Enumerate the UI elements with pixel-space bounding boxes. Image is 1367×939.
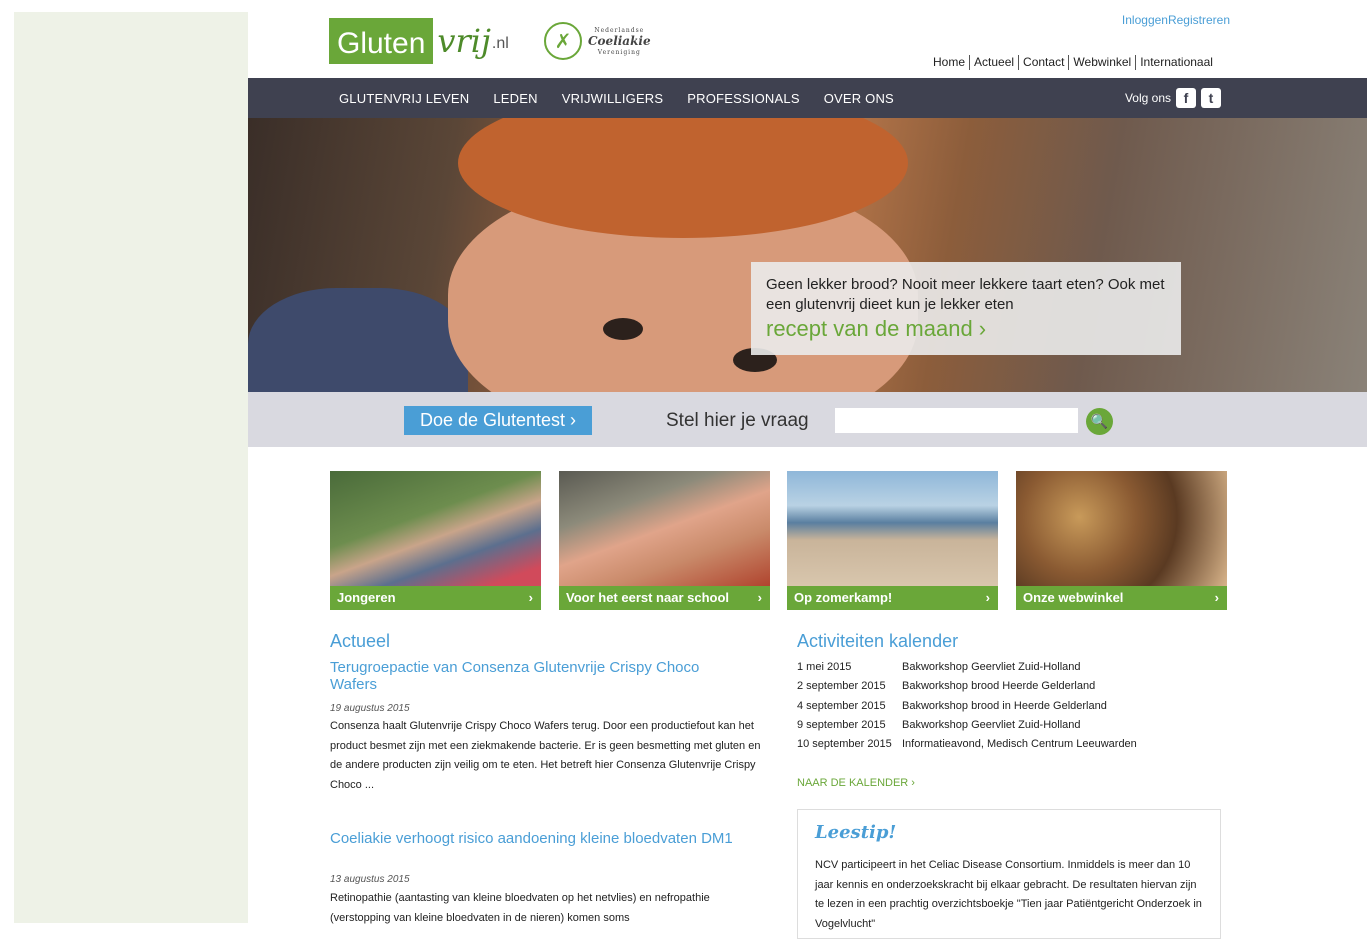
- hero-photo-shirt: [248, 288, 468, 392]
- card-label: Jongeren ›: [330, 586, 541, 610]
- calendar-link[interactable]: NAAR DE KALENDER ›: [797, 777, 915, 789]
- search-icon[interactable]: 🔍: [1086, 408, 1113, 435]
- hero-caption-box: Geen lekker brood? Nooit meer lekkere ta…: [751, 262, 1181, 355]
- search-bar: Doe de Glutentest › Stel hier je vraag 🔍: [248, 392, 1367, 447]
- card-school[interactable]: Voor het eerst naar school ›: [559, 471, 770, 610]
- top-nav: Home Actueel Contact Webwinkel Internati…: [929, 55, 1217, 70]
- nav-glutenvrij-leven[interactable]: GLUTENVRIJ LEVEN: [339, 91, 469, 106]
- logo-tld: .nl: [491, 35, 509, 52]
- partner-logo[interactable]: ✗ Nederlandse Coeliakie Vereniging: [544, 22, 651, 60]
- ask-label: Stel hier je vraag: [666, 410, 809, 431]
- hero-recipe-link[interactable]: recept van de maand ›: [766, 316, 1166, 342]
- article-title[interactable]: Terugroepactie van Consenza Glutenvrije …: [330, 659, 750, 693]
- calendar-date: 4 september 2015: [797, 699, 886, 712]
- calendar-date: 1 mei 2015: [797, 661, 852, 673]
- card-label: Voor het eerst naar school ›: [559, 586, 770, 610]
- calendar-event: Bakworkshop brood in Heerde Gelderland: [902, 699, 1107, 712]
- glutentest-button[interactable]: Doe de Glutentest ›: [404, 406, 592, 435]
- top-nav-home[interactable]: Home: [929, 55, 969, 70]
- partner-logo-text: Nederlandse Coeliakie Vereniging: [588, 25, 651, 58]
- social-follow: Volg ons f t: [1125, 88, 1221, 108]
- chevron-right-icon: ›: [985, 590, 990, 605]
- follow-label: Volg ons: [1124, 91, 1171, 105]
- partner-bottom: Vereniging: [597, 48, 641, 56]
- card-image: [330, 471, 541, 586]
- calendar-event: Informatieavond, Medisch Centrum Leeuwar…: [902, 738, 1137, 751]
- partner-name: Coeliakie: [588, 33, 651, 48]
- hero-photo-eye: [603, 318, 643, 340]
- hero-text: Geen lekker brood? Nooit meer lekkere ta…: [766, 276, 1165, 313]
- nav-professionals[interactable]: PROFESSIONALS: [687, 91, 799, 106]
- article-date: 13 augustus 2015: [330, 874, 410, 885]
- card-webwinkel[interactable]: Onze webwinkel ›: [1016, 471, 1227, 610]
- calendar-section-title: Activiteiten kalender: [797, 631, 959, 651]
- calendar-row[interactable]: 1 mei 2015 Bakworkshop Geervliet Zuid-Hol…: [797, 658, 1137, 677]
- nav-leden[interactable]: LEDEN: [493, 91, 537, 106]
- left-side-panel: [14, 12, 248, 923]
- nav-over-ons[interactable]: OVER ONS: [824, 91, 894, 106]
- calendar-row[interactable]: 2 september 2015 Bakworkshop brood Heerde…: [797, 677, 1137, 696]
- calendar-date: 10 september 2015: [797, 738, 892, 751]
- chevron-right-icon: ›: [757, 590, 762, 605]
- register-link[interactable]: Registreren: [1168, 13, 1230, 27]
- calendar-row[interactable]: 4 september 2015 Bakworkshop brood in Hee…: [797, 697, 1137, 716]
- calendar-event: Bakworkshop Geervliet Zuid-Holland: [902, 661, 1081, 673]
- auth-links: InloggenRegistreren: [1122, 13, 1230, 27]
- card-image: [1016, 471, 1227, 586]
- article-date: 19 augustus 2015: [330, 703, 410, 714]
- logo-gluten: Gluten: [329, 18, 434, 64]
- site-logo[interactable]: Gluten vrij .nl: [329, 12, 509, 64]
- article-body: Retinopathie (aantasting van kleine bloe…: [330, 892, 710, 924]
- top-nav-webwinkel[interactable]: Webwinkel: [1068, 55, 1135, 70]
- calendar-date: 2 september 2015: [797, 680, 886, 693]
- login-link[interactable]: Inloggen: [1122, 13, 1168, 27]
- question-input[interactable]: [835, 408, 1078, 433]
- card-label: Op zomerkamp! ›: [787, 586, 998, 610]
- nav-vrijwilligers[interactable]: VRIJWILLIGERS: [562, 91, 664, 106]
- article-body: Consenza haalt Glutenvrije Crispy Choco …: [330, 720, 761, 791]
- calendar-list: 1 mei 2015 Bakworkshop Geervliet Zuid-Hol…: [797, 658, 1137, 754]
- calendar-row[interactable]: 10 september 2015 Informatieavond, Medisc…: [797, 735, 1137, 754]
- leestip-box: Leestip! NCV participeert in het Celiac …: [797, 809, 1221, 939]
- card-image: [787, 471, 998, 586]
- top-nav-internationaal[interactable]: Internationaal: [1135, 55, 1217, 70]
- calendar-date: 9 september 2015: [797, 718, 886, 731]
- calendar-row[interactable]: 9 september 2015 Bakworkshop Geervliet Zu…: [797, 716, 1137, 735]
- hero-banner: Geen lekker brood? Nooit meer lekkere ta…: [248, 118, 1367, 392]
- top-nav-contact[interactable]: Contact: [1018, 55, 1068, 70]
- chevron-right-icon: ›: [528, 590, 533, 605]
- top-nav-actueel[interactable]: Actueel: [969, 55, 1018, 70]
- card-label: Onze webwinkel ›: [1016, 586, 1227, 610]
- main-nav: GLUTENVRIJ LEVEN LEDEN VRIJWILLIGERS PRO…: [248, 78, 1367, 118]
- facebook-icon[interactable]: f: [1176, 88, 1196, 108]
- twitter-icon[interactable]: t: [1201, 88, 1221, 108]
- leestip-title: Leestip!: [815, 822, 897, 843]
- article-title[interactable]: Coeliakie verhoogt risico aandoening kle…: [330, 830, 750, 847]
- news-section-title: Actueel: [330, 631, 391, 651]
- card-image: [559, 471, 770, 586]
- chevron-right-icon: ›: [1214, 590, 1219, 605]
- logo-vrij: vrij: [437, 22, 491, 60]
- calendar-event: Bakworkshop Geervliet Zuid-Holland: [902, 718, 1081, 731]
- calendar-event: Bakworkshop brood Heerde Gelderland: [902, 680, 1096, 693]
- card-zomerkamp[interactable]: Op zomerkamp! ›: [787, 471, 998, 610]
- no-wheat-icon: ✗: [544, 22, 582, 60]
- card-jongeren[interactable]: Jongeren ›: [330, 471, 541, 610]
- leestip-body: NCV participeert in het Celiac Disease C…: [815, 859, 1202, 930]
